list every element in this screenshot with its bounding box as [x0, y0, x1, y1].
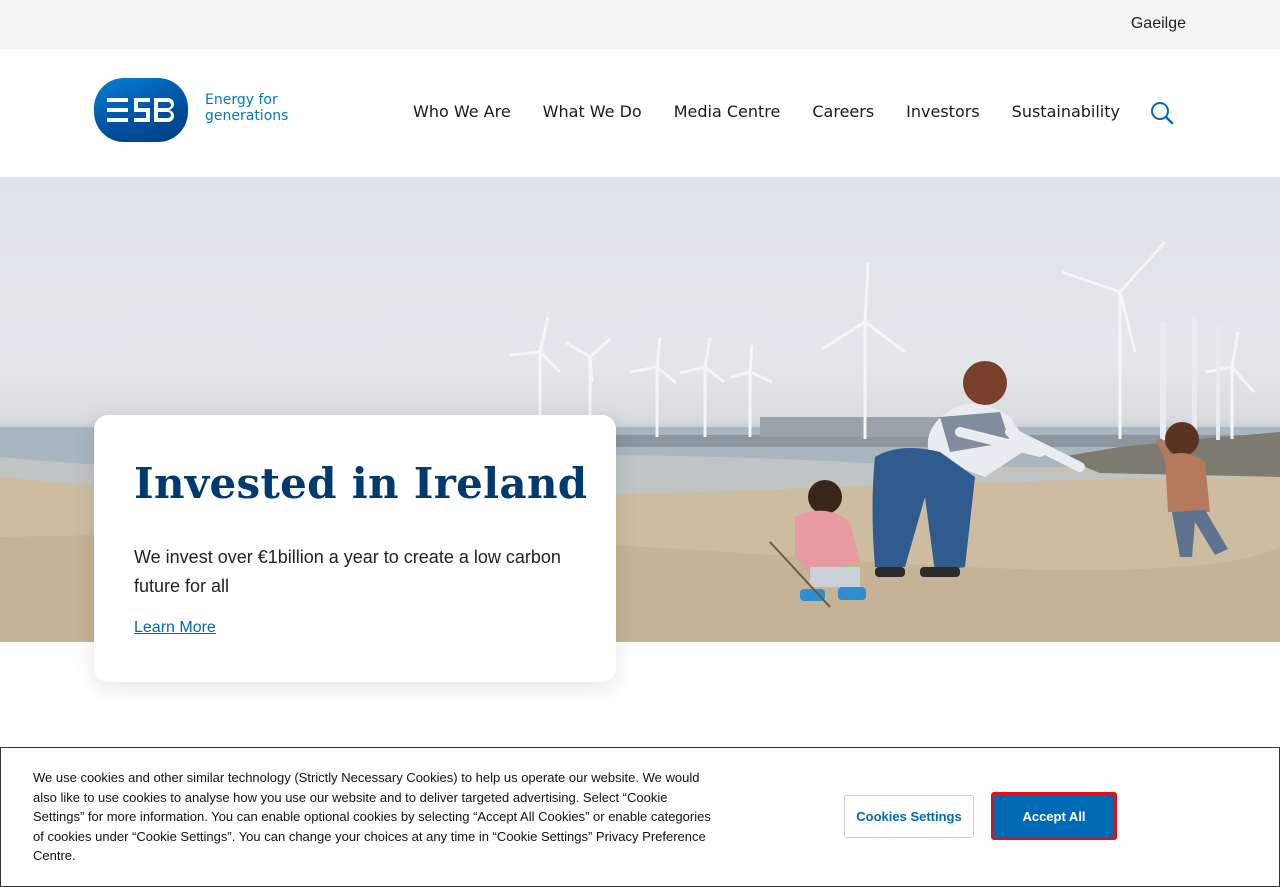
logo-tagline-line1: Energy for — [205, 92, 278, 108]
nav-careers[interactable]: Careers — [812, 102, 874, 121]
esb-logo-mark — [94, 78, 188, 142]
logo-tagline-line2: generations — [205, 108, 289, 124]
site-header: Energy for generations Who We Are What W… — [0, 49, 1280, 177]
hero-description: We invest over €1billion a year to creat… — [134, 547, 561, 596]
language-link-gaeilge[interactable]: Gaeilge — [1131, 15, 1186, 33]
search-icon[interactable] — [1150, 101, 1174, 125]
nav-who-we-are[interactable]: Who We Are — [413, 102, 511, 121]
cookie-banner-text: We use cookies and other similar technol… — [33, 770, 711, 863]
nav-what-we-do[interactable]: What We Do — [543, 102, 642, 121]
cookie-banner: We use cookies and other similar technol… — [0, 747, 1280, 887]
logo-tagline: Energy for generations — [205, 92, 288, 124]
main-nav: Who We Are What We Do Media Centre Caree… — [413, 102, 1120, 121]
utility-bar: Gaeilge — [0, 0, 1280, 49]
learn-more-link[interactable]: Learn More — [134, 619, 216, 637]
accept-all-button[interactable]: Accept All — [991, 792, 1117, 840]
hero-title: Invested in Ireland — [134, 459, 588, 508]
nav-media-centre[interactable]: Media Centre — [674, 102, 781, 121]
hero-card: Invested in Ireland We invest over €1bil… — [94, 415, 616, 682]
esb-logo[interactable]: Energy for generations — [94, 78, 294, 142]
nav-investors[interactable]: Investors — [906, 102, 979, 121]
cookies-settings-button[interactable]: Cookies Settings — [844, 795, 974, 838]
nav-sustainability[interactable]: Sustainability — [1012, 102, 1120, 121]
